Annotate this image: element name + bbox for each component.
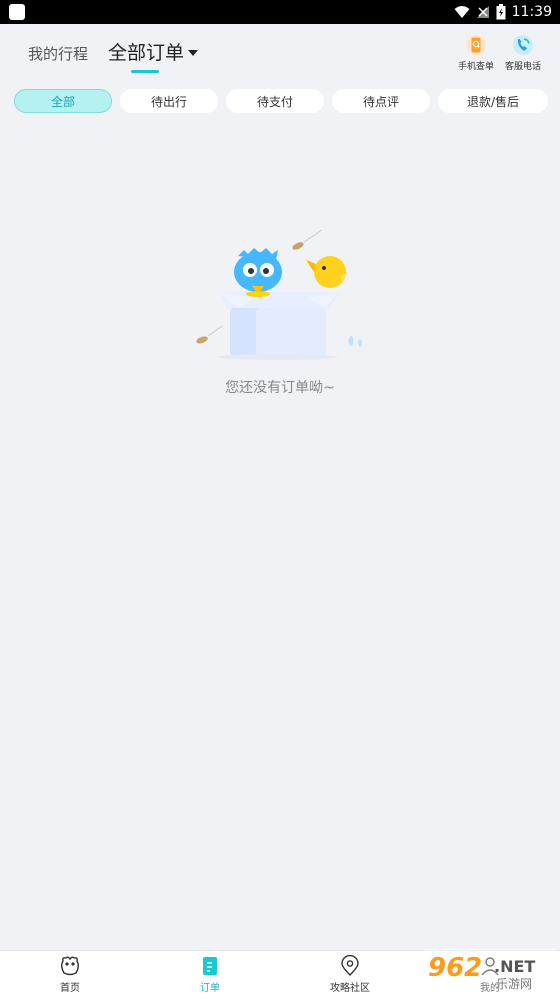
filter-chip-pending-travel[interactable]: 待出行	[120, 89, 218, 113]
filter-chip-pending-review[interactable]: 待点评	[332, 89, 430, 113]
filter-chip-pending-payment[interactable]: 待支付	[226, 89, 324, 113]
battery-icon	[496, 4, 506, 20]
wifi-icon	[454, 6, 470, 18]
watermark-brand: 962	[428, 953, 482, 983]
caret-down-icon	[188, 49, 199, 56]
empty-state: 您还没有订单呦~	[0, 220, 560, 410]
filter-chip-refund[interactable]: 退款/售后	[438, 89, 548, 113]
home-icon	[61, 956, 79, 975]
status-bar: 11:39	[0, 0, 560, 24]
nav-item-home[interactable]: 首页	[0, 951, 140, 997]
site-watermark-logo: 962 .NET 乐游网	[424, 948, 556, 992]
nav-label-orders: 订单	[200, 982, 220, 994]
empty-box-illustration	[196, 229, 362, 360]
tab-all-orders-label: 全部订单	[108, 42, 185, 64]
empty-message: 您还没有订单呦~	[225, 380, 335, 396]
nav-label-home: 首页	[60, 982, 80, 994]
tab-all-orders[interactable]: 全部订单	[108, 38, 199, 65]
phone-search-button[interactable]: 手机查单	[456, 34, 496, 72]
watermark-site: 乐游网	[496, 977, 532, 991]
nav-item-community[interactable]: 攻略社区	[280, 951, 420, 997]
location-pin-icon	[341, 954, 359, 976]
customer-service-button[interactable]: 客服电话	[503, 34, 543, 72]
tab-my-trips[interactable]: 我的行程	[28, 43, 88, 64]
filter-chip-all[interactable]: 全部	[14, 89, 112, 113]
watermark-suffix: .NET	[494, 957, 535, 976]
phone-search-icon	[466, 35, 486, 55]
order-icon	[203, 956, 217, 975]
status-time: 11:39	[511, 4, 552, 20]
customer-service-label: 客服电话	[504, 62, 541, 72]
nav-item-orders[interactable]: 订单	[140, 951, 280, 997]
no-signal-icon	[476, 6, 489, 18]
nav-label-community: 攻略社区	[330, 982, 370, 994]
customer-service-phone-icon	[513, 35, 533, 55]
app-notification-icon	[9, 4, 25, 20]
active-tab-indicator	[131, 70, 159, 73]
phone-search-label: 手机查单	[457, 62, 494, 72]
order-filter-bar: 全部 待出行 待支付 待点评 退款/售后	[14, 89, 548, 113]
header: 我的行程 全部订单 手机查单 客服电话	[0, 24, 560, 80]
